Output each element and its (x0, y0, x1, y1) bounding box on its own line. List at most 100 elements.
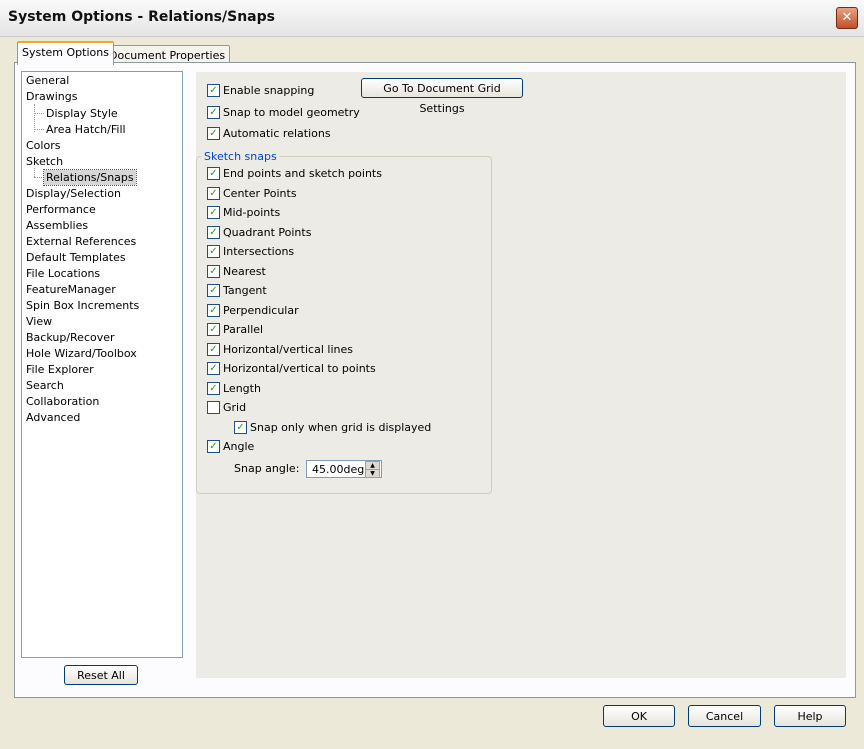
check-icon: ✓ (209, 440, 218, 452)
check-icon: ✓ (209, 362, 218, 374)
snap-parallel-checkbox[interactable]: ✓ Parallel (207, 322, 264, 339)
checkbox-label: Grid (223, 401, 247, 414)
checkbox-box: ✓ (207, 105, 220, 119)
tree-item-display-selection[interactable]: Display/Selection (26, 186, 121, 201)
check-icon: ✓ (209, 382, 218, 394)
automatic-relations-checkbox[interactable]: ✓ Automatic relations (207, 126, 331, 143)
checkbox-box: ✓ (207, 126, 220, 140)
help-button[interactable]: Help (774, 705, 846, 727)
tree-connector (34, 104, 35, 132)
tree-item-performance[interactable]: Performance (26, 202, 96, 217)
grid-settings-button[interactable]: Go To Document Grid Settings (361, 78, 523, 115)
tree-item-backup-recover[interactable]: Backup/Recover (26, 330, 115, 345)
tree-item-colors[interactable]: Colors (26, 138, 60, 153)
snap-when-grid-displayed-checkbox[interactable]: ✓ Snap only when grid is displayed (234, 420, 432, 437)
checkbox-label: Length (223, 382, 261, 395)
checkbox-label: Parallel (223, 323, 264, 336)
checkbox-box: ✓ (207, 205, 220, 219)
checkbox-box: ✓ (207, 83, 220, 97)
snap-hv-points-checkbox[interactable]: ✓ Horizontal/vertical to points (207, 361, 376, 378)
snap-mid-points-checkbox[interactable]: ✓ Mid-points (207, 205, 281, 222)
snap-end-points-checkbox[interactable]: ✓ End points and sketch points (207, 166, 382, 183)
tree-item-external-references[interactable]: External References (26, 234, 136, 249)
snap-intersections-checkbox[interactable]: ✓ Intersections (207, 244, 295, 261)
tree-item-spin-box-increments[interactable]: Spin Box Increments (26, 298, 139, 313)
checkbox-label: Automatic relations (223, 127, 331, 140)
checkbox-box: ✓ (207, 166, 220, 180)
checkbox-label: Mid-points (223, 206, 281, 219)
snap-nearest-checkbox[interactable]: ✓ Nearest (207, 264, 266, 281)
tree-item-file-explorer[interactable]: File Explorer (26, 362, 94, 377)
check-icon: ✓ (209, 323, 218, 335)
title-bar: System Options - Relations/Snaps ✕ (0, 0, 864, 37)
ok-button[interactable]: OK (603, 705, 675, 727)
snap-tangent-checkbox[interactable]: ✓ Tangent (207, 283, 267, 300)
check-icon: ✓ (209, 265, 218, 277)
tree-item-default-templates[interactable]: Default Templates (26, 250, 126, 265)
reset-all-button[interactable]: Reset All (64, 665, 138, 685)
snap-model-geometry-checkbox[interactable]: ✓ Snap to model geometry (207, 105, 360, 122)
snap-angle-value: 45.00deg (312, 463, 365, 476)
check-icon: ✓ (209, 106, 218, 118)
tab-system-options[interactable]: System Options (17, 41, 114, 65)
tree-item-hole-wizard[interactable]: Hole Wizard/Toolbox (26, 346, 137, 361)
checkbox-label: Horizontal/vertical to points (223, 362, 376, 375)
snap-quadrant-points-checkbox[interactable]: ✓ Quadrant Points (207, 225, 311, 242)
snap-perpendicular-checkbox[interactable]: ✓ Perpendicular (207, 303, 299, 320)
checkbox-box: ✓ (207, 283, 220, 297)
tree-item-search[interactable]: Search (26, 378, 64, 393)
close-button[interactable]: ✕ (836, 7, 858, 29)
check-icon: ✓ (209, 245, 218, 257)
tree-item-advanced[interactable]: Advanced (26, 410, 80, 425)
window-title: System Options - Relations/Snaps (8, 9, 275, 25)
cancel-button[interactable]: Cancel (688, 705, 761, 727)
snap-length-checkbox[interactable]: ✓ Length (207, 381, 261, 398)
tree-item-display-style[interactable]: Display Style (46, 106, 118, 121)
snap-grid-checkbox[interactable]: Grid (207, 400, 247, 417)
checkbox-label: End points and sketch points (223, 167, 382, 180)
tree-item-collaboration[interactable]: Collaboration (26, 394, 99, 409)
snap-center-points-checkbox[interactable]: ✓ Center Points (207, 186, 297, 203)
checkbox-box: ✓ (207, 342, 220, 356)
tree-item-area-hatch[interactable]: Area Hatch/Fill (46, 122, 126, 137)
tree-item-drawings[interactable]: Drawings (26, 89, 77, 104)
checkbox-label: Snap to model geometry (223, 106, 360, 119)
tree-connector (34, 129, 44, 130)
check-icon: ✓ (236, 421, 245, 433)
checkbox-box: ✓ (207, 381, 220, 395)
checkbox-label: Enable snapping (223, 84, 315, 97)
checkbox-box: ✓ (207, 303, 220, 317)
checkbox-label: Perpendicular (223, 304, 299, 317)
check-icon: ✓ (209, 226, 218, 238)
spin-down-icon[interactable]: ▼ (365, 469, 380, 478)
enable-snapping-checkbox[interactable]: ✓ Enable snapping (207, 83, 315, 100)
checkbox-box (207, 400, 220, 414)
tree-connector (34, 177, 44, 178)
check-icon: ✓ (209, 343, 218, 355)
snap-angle-checkbox[interactable]: ✓ Angle (207, 439, 254, 456)
tree-item-featuremanager[interactable]: FeatureManager (26, 282, 116, 297)
snap-angle-label: Snap angle: (234, 462, 300, 475)
snap-hv-lines-checkbox[interactable]: ✓ Horizontal/vertical lines (207, 342, 353, 359)
tree-item-view[interactable]: View (26, 314, 52, 329)
close-icon: ✕ (841, 10, 853, 25)
checkbox-box: ✓ (207, 186, 220, 200)
check-icon: ✓ (209, 206, 218, 218)
tree-connector (34, 113, 44, 114)
tree-item-file-locations[interactable]: File Locations (26, 266, 100, 281)
checkbox-label: Center Points (223, 187, 297, 200)
options-tree[interactable]: General Drawings Display Style Area Hatc… (21, 71, 183, 658)
checkbox-box: ✓ (207, 225, 220, 239)
tree-item-assemblies[interactable]: Assemblies (26, 218, 88, 233)
checkbox-label: Intersections (223, 245, 295, 258)
checkbox-box: ✓ (207, 244, 220, 258)
check-icon: ✓ (209, 167, 218, 179)
checkbox-label: Nearest (223, 265, 266, 278)
tree-item-relations-snaps[interactable]: Relations/Snaps (43, 169, 137, 186)
snap-angle-spinbox[interactable]: 45.00deg ▲ ▼ (306, 460, 382, 478)
check-icon: ✓ (209, 304, 218, 316)
checkbox-label: Snap only when grid is displayed (250, 421, 432, 434)
tree-item-sketch[interactable]: Sketch (26, 154, 63, 169)
check-icon: ✓ (209, 284, 218, 296)
tree-item-general[interactable]: General (26, 73, 69, 88)
